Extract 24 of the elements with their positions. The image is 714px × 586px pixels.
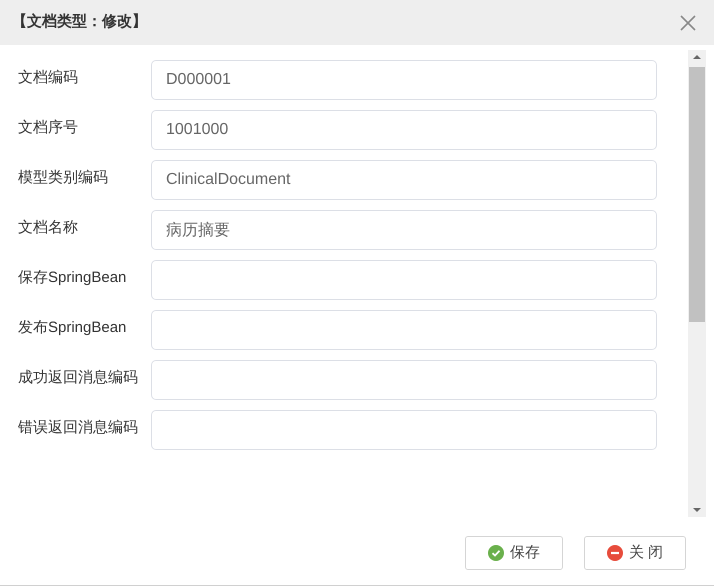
field-label: 文档编码: [18, 68, 79, 88]
input-field[interactable]: 1001000: [151, 110, 657, 150]
minus-icon: [606, 545, 623, 561]
input-field[interactable]: [151, 360, 657, 400]
close-button[interactable]: 关 闭: [584, 536, 686, 570]
save-button[interactable]: 保存: [464, 536, 563, 570]
field-label: 文档名称: [18, 218, 79, 238]
input-field[interactable]: ClinicalDocument: [151, 160, 657, 200]
field-label: 发布SpringBean: [18, 318, 128, 338]
input-field[interactable]: [151, 260, 657, 300]
field-label: 错误返回消息编码: [18, 418, 139, 438]
scrollbar[interactable]: [688, 50, 706, 517]
field-label: 保存SpringBean: [18, 268, 128, 288]
field-label: 模型类别编码: [18, 168, 109, 188]
input-field[interactable]: [151, 310, 657, 350]
field-label: 成功返回消息编码: [18, 368, 139, 388]
field-label: 文档序号: [18, 118, 79, 138]
window-title: 【文档类型：修改】: [12, 12, 147, 32]
close-icon[interactable]: [680, 14, 696, 30]
input-field[interactable]: 病历摘要: [151, 210, 657, 250]
input-field[interactable]: [151, 410, 657, 450]
scrollbar-thumb[interactable]: [689, 67, 705, 322]
check-icon: [488, 545, 504, 561]
input-field[interactable]: D000001: [151, 60, 657, 100]
